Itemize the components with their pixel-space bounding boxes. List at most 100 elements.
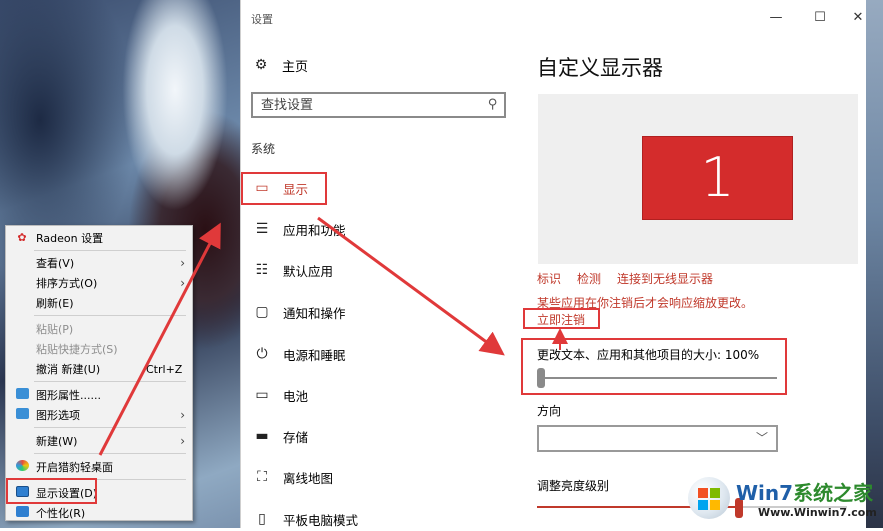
settings-nav: ⚙ 主页 ⚲ 系统 ▭ 显示 ☰ 应用和功能 ☷ 默认应用 ▢ 通知和操作 ⏻ … [241, 36, 521, 528]
highlight-display-settings [6, 478, 97, 504]
menu-item-label: 粘贴(P) [36, 323, 74, 336]
menu-item-label: 查看(V) [36, 257, 75, 270]
nav-home[interactable]: ⚙ 主页 [253, 54, 308, 76]
menu-item-label: 撤消 新建(U) [36, 363, 101, 376]
menu-item-label: Radeon 设置 [36, 232, 104, 245]
menu-item-label: 新建(W) [36, 435, 78, 448]
display-content: 自定义显示器 1 标识 检测 连接到无线显示器 某些应用在你注销后才会响应缩放更… [537, 36, 867, 528]
highlight-sign-out [523, 308, 600, 329]
nav-item-power[interactable]: ⏻ 电源和睡眠 [253, 342, 346, 366]
nav-item-offline-maps[interactable]: ⛶ 离线地图 [253, 465, 333, 489]
nav-item-label: 电池 [283, 388, 309, 404]
menu-item-refresh[interactable]: 刷新(E) [6, 293, 192, 313]
tablet-icon: ▯ [258, 511, 266, 527]
chevron-right-icon: › [180, 276, 185, 290]
identify-link[interactable]: 标识 [537, 270, 561, 287]
cheetah-icon [15, 460, 29, 474]
nav-item-label: 离线地图 [283, 470, 334, 486]
menu-item-paste-shortcut[interactable]: 粘贴快捷方式(S) [6, 339, 192, 359]
chevron-right-icon: › [180, 408, 185, 422]
minimize-button[interactable]: — [761, 6, 791, 30]
desktop-context-menu: ✿ Radeon 设置 查看(V) › 排序方式(O) › 刷新(E) 粘贴(P… [5, 225, 193, 521]
nav-item-label: 平板电脑模式 [283, 512, 359, 528]
search-input[interactable] [261, 94, 481, 116]
battery-icon: ▭ [255, 387, 269, 403]
menu-item-personalize[interactable]: 个性化(R) [6, 503, 192, 523]
title-bar: 设置 — ☐ ✕ [241, 0, 867, 36]
nav-item-label: 电源和睡眠 [283, 347, 346, 363]
monitor-1[interactable]: 1 [642, 136, 793, 220]
nav-item-label: 通知和操作 [283, 305, 346, 321]
nav-item-battery[interactable]: ▭ 电池 [253, 383, 308, 407]
nav-home-label: 主页 [282, 59, 309, 75]
chevron-down-icon: ﹀ [755, 431, 768, 445]
watermark-title-a: Win7 [736, 481, 794, 505]
highlight-display-nav [241, 172, 327, 205]
power-icon: ⏻ [256, 346, 268, 362]
menu-separator [34, 250, 186, 251]
menu-item-label: 粘贴快捷方式(S) [36, 343, 118, 356]
menu-separator [34, 427, 186, 428]
storage-icon: ▬ [255, 428, 269, 444]
display-links: 标识 检测 连接到无线显示器 [537, 270, 729, 287]
watermark-url: Www.Winwin7.com [758, 506, 877, 519]
menu-item-graphics-properties[interactable]: 图形属性...... [6, 385, 192, 405]
watermark-title: Win7系统之家 [736, 477, 873, 506]
search-box[interactable]: ⚲ [251, 92, 506, 118]
search-icon[interactable]: ⚲ [488, 97, 498, 112]
nav-item-apps[interactable]: ☰ 应用和功能 [253, 217, 346, 241]
menu-separator [34, 315, 186, 316]
menu-item-shortcut: Ctrl+Z [146, 362, 183, 376]
menu-separator [34, 381, 186, 382]
desktop-wallpaper-right [866, 0, 883, 528]
menu-item-graphics-options[interactable]: 图形选项 › [6, 405, 192, 425]
window-title: 设置 [251, 13, 273, 26]
menu-item-label: 个性化(R) [36, 507, 86, 520]
menu-item-label: 图形选项 [36, 409, 80, 422]
maximize-button[interactable]: ☐ [805, 6, 835, 30]
menu-item-undo-new[interactable]: 撤消 新建(U) Ctrl+Z [6, 359, 192, 379]
menu-item-label: 排序方式(O) [36, 277, 98, 290]
menu-item-label: 刷新(E) [36, 297, 74, 310]
highlight-scale-setting [521, 338, 787, 395]
close-button[interactable]: ✕ [843, 6, 873, 30]
personalize-icon [15, 506, 29, 520]
menu-item-cheetah[interactable]: 开启猎豹轻桌面 [6, 457, 192, 477]
menu-item-sort[interactable]: 排序方式(O) › [6, 273, 192, 293]
watermark-title-b: 系统之家 [793, 481, 874, 505]
graphics-icon [15, 388, 29, 402]
settings-window: 设置 — ☐ ✕ ⚙ 主页 ⚲ 系统 ▭ 显示 ☰ 应用和功能 ☷ 默认应用 ▢… [240, 0, 866, 528]
brightness-label: 调整亮度级别 [537, 479, 610, 493]
windows-logo [688, 477, 730, 519]
chevron-right-icon: › [180, 256, 185, 270]
nav-item-notifications[interactable]: ▢ 通知和操作 [253, 300, 346, 324]
menu-item-label: 图形属性...... [36, 389, 101, 402]
nav-item-label: 默认应用 [283, 263, 334, 279]
menu-item-view[interactable]: 查看(V) › [6, 253, 192, 273]
monitor-arrangement-area: 1 [538, 94, 858, 264]
nav-item-tablet-mode[interactable]: ▯ 平板电脑模式 [253, 507, 358, 531]
page-title: 自定义显示器 [537, 56, 663, 80]
map-icon: ⛶ [257, 469, 267, 485]
gear-icon: ⚙ [254, 57, 268, 73]
notification-icon: ▢ [255, 304, 269, 320]
nav-item-storage[interactable]: ▬ 存储 [253, 424, 308, 448]
orientation-label: 方向 [537, 404, 562, 418]
chevron-right-icon: › [180, 434, 185, 448]
orientation-select[interactable]: ﹀ [537, 425, 778, 452]
detect-link[interactable]: 检测 [577, 270, 601, 287]
nav-item-label: 应用和功能 [283, 222, 346, 238]
nav-item-label: 存储 [283, 429, 309, 445]
menu-item-radeon[interactable]: ✿ Radeon 设置 [6, 228, 192, 248]
list-icon: ☰ [255, 221, 269, 237]
nav-section-system: 系统 [251, 142, 276, 156]
menu-item-paste[interactable]: 粘贴(P) [6, 319, 192, 339]
graphics-icon [15, 408, 29, 422]
wireless-display-link[interactable]: 连接到无线显示器 [617, 270, 713, 287]
radeon-icon: ✿ [17, 231, 27, 244]
nav-item-default-apps[interactable]: ☷ 默认应用 [253, 258, 333, 282]
default-apps-icon: ☷ [255, 262, 269, 278]
watermark: Win7系统之家 Www.Winwin7.com [688, 475, 878, 525]
menu-item-new[interactable]: 新建(W) › [6, 431, 192, 451]
menu-item-label: 开启猎豹轻桌面 [36, 461, 113, 474]
